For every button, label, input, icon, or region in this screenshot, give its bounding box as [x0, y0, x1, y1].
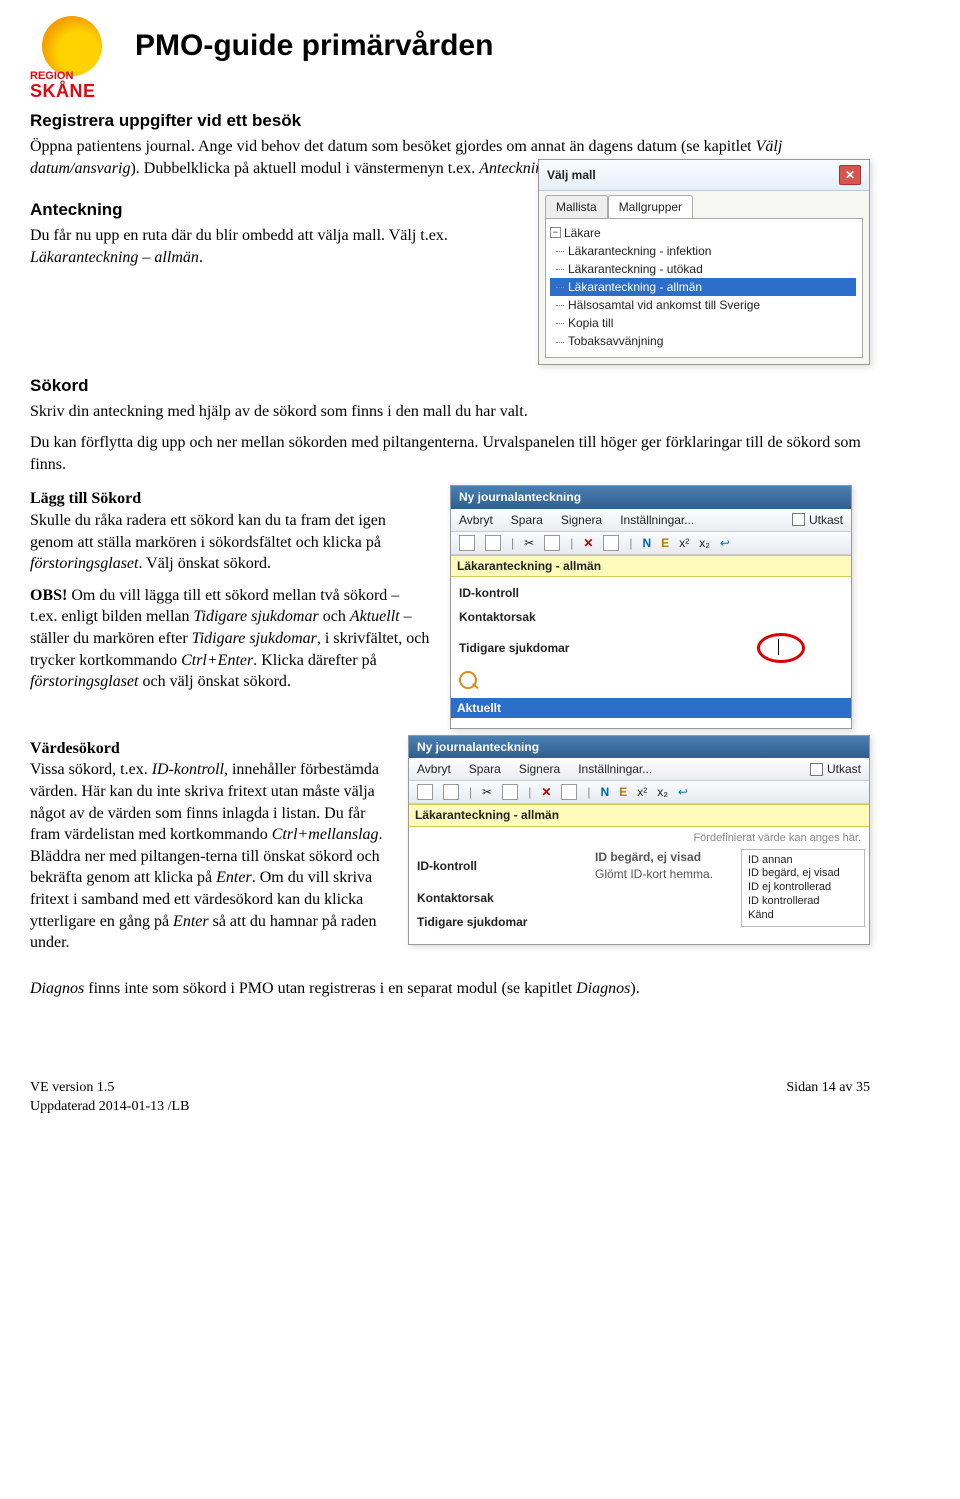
predefined-hint: Fördefinierat värde kan anges här. — [417, 831, 861, 846]
footer-version: VE version 1.5 — [30, 1079, 189, 1098]
dialog-title: Välj mall — [547, 167, 596, 183]
page-footer: VE version 1.5 Uppdaterad 2014-01-13 /LB… — [30, 1079, 870, 1117]
magnifier-icon[interactable] — [459, 671, 477, 689]
template-band: Läkaranteckning - allmän — [451, 555, 851, 577]
toolbar-icon[interactable] — [603, 535, 619, 551]
field-kontaktorsak: Kontaktorsak — [459, 609, 629, 625]
toolbar-icon[interactable] — [417, 784, 433, 800]
formatting-toolbar: | ✂ | ✕ | N E x² x₂ ↩ — [451, 532, 851, 555]
toolbar-icon[interactable] — [459, 535, 475, 551]
tree-root-lakare[interactable]: −Läkare — [550, 225, 856, 241]
formatting-toolbar: | ✂ | ✕ | N E x² x₂ ↩ — [409, 781, 869, 804]
template-tree: −Läkare Läkaranteckning - infektion Läka… — [545, 218, 863, 357]
toolbar-icon[interactable] — [443, 784, 459, 800]
value-option[interactable]: Känd — [748, 909, 858, 923]
cursor-highlight-circle — [757, 633, 805, 663]
window-title: Ny journalanteckning — [451, 486, 851, 508]
superscript-icon[interactable]: x² — [679, 535, 689, 551]
toolbar-icon[interactable] — [502, 784, 518, 800]
paragraph-diagnos: Diagnos finns inte som sökord i PMO utan… — [30, 978, 870, 1000]
footer-page-number: Sidan 14 av 35 — [786, 1079, 870, 1117]
valj-mall-dialog: Välj mall ✕ Mallista Mallgrupper −Läkare… — [538, 159, 870, 365]
menu-spara[interactable]: Spara — [469, 761, 501, 777]
value-option[interactable]: ID kontrollerad — [748, 895, 858, 909]
subscript-icon[interactable]: x₂ — [657, 784, 668, 800]
tree-item[interactable]: Läkaranteckning - utökad — [550, 260, 856, 278]
utkast-checkbox[interactable]: Utkast — [792, 512, 843, 528]
window-title: Ny journalanteckning — [409, 736, 869, 758]
heading-varde: Värdesökord — [30, 740, 120, 757]
menu-avbryt[interactable]: Avbryt — [417, 761, 451, 777]
paragraph-sokord1: Skriv din anteckning med hjälp av de sök… — [30, 401, 870, 423]
paragraph-obs: OBS! Om du vill lägga till ett sökord me… — [30, 585, 430, 693]
region-skane-logo: REGION SKÅNE — [30, 20, 115, 100]
subscript-icon[interactable]: x₂ — [699, 535, 710, 551]
field-tidigare-sjukdomar: Tidigare sjukdomar — [417, 914, 587, 930]
heading-register: Registrera uppgifter vid ett besök — [30, 110, 870, 133]
menu-signera[interactable]: Signera — [519, 761, 560, 777]
heading-anteckning: Anteckning — [30, 199, 518, 222]
toolbar-icon[interactable] — [544, 535, 560, 551]
journal-window-2: Ny journalanteckning Avbryt Spara Signer… — [408, 735, 870, 945]
cut-icon[interactable]: ✂ — [524, 535, 534, 551]
emphasis-icon[interactable]: E — [661, 535, 669, 551]
tree-item[interactable]: Läkaranteckning - infektion — [550, 242, 856, 260]
cut-icon[interactable]: ✂ — [482, 784, 492, 800]
tree-item[interactable]: Kopia till — [550, 314, 856, 332]
emphasis-icon[interactable]: E — [619, 784, 627, 800]
field-id-kontroll: ID-kontroll — [417, 858, 587, 874]
menu-avbryt[interactable]: Avbryt — [459, 512, 493, 528]
toolbar-icon[interactable] — [561, 784, 577, 800]
tab-mallgrupper[interactable]: Mallgrupper — [608, 195, 693, 218]
footer-updated: Uppdaterad 2014-01-13 /LB — [30, 1098, 189, 1117]
menu-spara[interactable]: Spara — [511, 512, 543, 528]
superscript-icon[interactable]: x² — [637, 784, 647, 800]
heading-lagg: Lägg till Sökord — [30, 490, 141, 507]
delete-icon[interactable]: ✕ — [583, 535, 593, 551]
close-icon[interactable]: ✕ — [839, 165, 861, 185]
heading-sokord: Sökord — [30, 375, 870, 398]
value-option[interactable]: ID annan — [748, 854, 858, 868]
paragraph-sokord2: Du kan förflytta dig upp och ner mellan … — [30, 432, 870, 475]
tree-item[interactable]: Tobaksavvänjning — [550, 332, 856, 350]
value-option[interactable]: ID begärd, ej visad — [748, 867, 858, 881]
tab-mallista[interactable]: Mallista — [545, 195, 608, 218]
paragraph-varde: Värdesökord Vissa sökord, t.ex. ID-kontr… — [30, 738, 388, 954]
menu-installningar[interactable]: Inställningar... — [620, 512, 694, 528]
field-kontaktorsak: Kontaktorsak — [417, 890, 587, 906]
page-header: REGION SKÅNE PMO-guide primärvården — [30, 20, 870, 100]
tree-item-selected[interactable]: Läkaranteckning - allmän — [550, 278, 856, 296]
menu-signera[interactable]: Signera — [561, 512, 602, 528]
utkast-checkbox[interactable]: Utkast — [810, 761, 861, 777]
journal-window-1: Ny journalanteckning Avbryt Spara Signer… — [450, 485, 852, 729]
paragraph-lagg: Lägg till Sökord Skulle du råka radera e… — [30, 488, 430, 574]
page-title: PMO-guide primärvården — [135, 26, 493, 67]
undo-icon[interactable]: ↩ — [720, 535, 730, 551]
undo-icon[interactable]: ↩ — [678, 784, 688, 800]
template-band: Läkaranteckning - allmän — [409, 804, 869, 826]
toolbar-icon[interactable] — [485, 535, 501, 551]
delete-icon[interactable]: ✕ — [541, 784, 551, 800]
normal-text-icon[interactable]: N — [601, 784, 610, 800]
field-id-kontroll: ID-kontroll — [459, 585, 629, 601]
tree-item[interactable]: Hälsosamtal vid ankomst till Sverige — [550, 296, 856, 314]
logo-skane-text: SKÅNE — [30, 81, 96, 101]
menu-installningar[interactable]: Inställningar... — [578, 761, 652, 777]
field-aktuellt[interactable]: Aktuellt — [457, 700, 627, 716]
field-value: ID begärd, ej visad Glömt ID-kort hemma. — [595, 849, 713, 881]
field-tidigare-sjukdomar: Tidigare sjukdomar — [459, 640, 629, 656]
paragraph-anteckning: Du får nu upp en ruta där du blir ombedd… — [30, 225, 518, 268]
value-option[interactable]: ID ej kontrollerad — [748, 881, 858, 895]
normal-text-icon[interactable]: N — [643, 535, 652, 551]
value-list-popup[interactable]: ID annan ID begärd, ej visad ID ej kontr… — [741, 849, 865, 928]
